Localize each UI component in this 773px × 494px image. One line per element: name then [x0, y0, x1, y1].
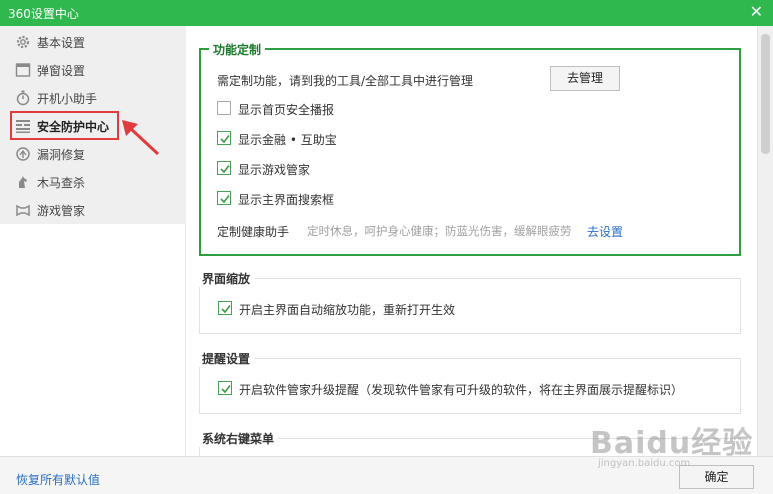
window-icon: [15, 63, 31, 77]
sidebar-item-popup[interactable]: 弹窗设置: [0, 56, 186, 84]
checkbox-label: 显示主界面搜索框: [238, 193, 335, 207]
watermark-subtext: jingyan.baidu.com: [598, 458, 691, 469]
sidebar-item-label: 漏洞修复: [37, 148, 86, 162]
manage-button[interactable]: 去管理: [550, 66, 620, 91]
context-menu-title: 系统右键菜单: [198, 430, 279, 447]
gamepad-icon: [16, 204, 30, 217]
watermark: Baidu经验 jingyan.baidu.com: [590, 418, 754, 469]
show-game-manager-checkbox[interactable]: [217, 161, 231, 175]
annotation-highlight-box: [10, 111, 119, 140]
show-search-box-checkbox[interactable]: [217, 191, 231, 205]
show-finance-checkbox[interactable]: [217, 131, 231, 145]
health-settings-link[interactable]: 去设置: [587, 223, 623, 240]
sidebar-item-game-manager[interactable]: 游戏管家: [0, 196, 186, 224]
sidebar-item-trojan-scan[interactable]: 木马查杀: [0, 168, 186, 196]
ui-zoom-title: 界面缩放: [198, 270, 255, 287]
sidebar-item-label: 木马查杀: [37, 176, 86, 190]
vertical-scrollbar[interactable]: [757, 26, 773, 456]
annotation-arrow-icon: [122, 120, 160, 156]
custom-features-group: 功能定制 需定制功能，请到我的工具/全部工具中进行管理 去管理 显示首页安全播报…: [199, 41, 741, 256]
check-icon: [221, 385, 231, 394]
custom-features-desc: 需定制功能，请到我的工具/全部工具中进行管理: [217, 74, 474, 88]
check-icon: [220, 165, 230, 174]
health-assistant-hint: 定时休息，呵护身心健康；防蓝光伤害，缓解眼疲劳: [307, 224, 572, 238]
show-security-broadcast-checkbox[interactable]: [217, 101, 231, 115]
window-title: 360设置中心: [8, 7, 79, 21]
reminder-settings-group: 提醒设置 开启软件管家升级提醒（发现软件管家有可升级的软件，将在主界面展示提醒标…: [198, 350, 741, 414]
watermark-text: Baidu经验: [590, 426, 754, 461]
title-bar: 360设置中心 ✕: [0, 0, 773, 26]
check-icon: [221, 305, 231, 314]
custom-features-title: 功能定制: [209, 41, 266, 58]
sidebar-item-label: 游戏管家: [37, 204, 86, 218]
patch-icon: [16, 147, 30, 161]
gear-icon: [16, 35, 30, 49]
health-assistant-label: 定制健康助手: [217, 225, 290, 239]
horse-icon: [19, 176, 27, 188]
sidebar-item-label: 基本设置: [37, 36, 86, 50]
auto-zoom-checkbox[interactable]: [218, 301, 232, 315]
sidebar-item-label: 弹窗设置: [37, 64, 86, 78]
checkbox-label: 显示游戏管家: [238, 163, 311, 177]
checkbox-label: 开启软件管家升级提醒（发现软件管家有可升级的软件，将在主界面展示提醒标识）: [239, 383, 684, 397]
check-icon: [220, 135, 230, 144]
settings-content: 功能定制 需定制功能，请到我的工具/全部工具中进行管理 去管理 显示首页安全播报…: [186, 26, 757, 456]
sidebar-item-startup[interactable]: 开机小助手: [0, 84, 186, 112]
scrollbar-thumb[interactable]: [761, 34, 770, 154]
ui-zoom-group: 界面缩放 开启主界面自动缩放功能，重新打开生效: [198, 270, 741, 334]
checkbox-label: 显示金融 • 互助宝: [238, 133, 337, 147]
sidebar-item-label: 开机小助手: [37, 92, 98, 106]
close-icon[interactable]: ✕: [750, 3, 763, 21]
stopwatch-icon: [16, 90, 30, 106]
software-upgrade-reminder-checkbox[interactable]: [218, 381, 232, 395]
check-icon: [220, 195, 230, 204]
sidebar-item-basic[interactable]: 基本设置: [0, 28, 186, 56]
checkbox-label: 开启主界面自动缩放功能，重新打开生效: [239, 303, 456, 317]
reminder-settings-title: 提醒设置: [198, 350, 255, 367]
checkbox-label: 显示首页安全播报: [238, 103, 335, 117]
restore-defaults-link[interactable]: 恢复所有默认值: [16, 471, 100, 488]
sidebar-empty-area: [0, 224, 186, 456]
